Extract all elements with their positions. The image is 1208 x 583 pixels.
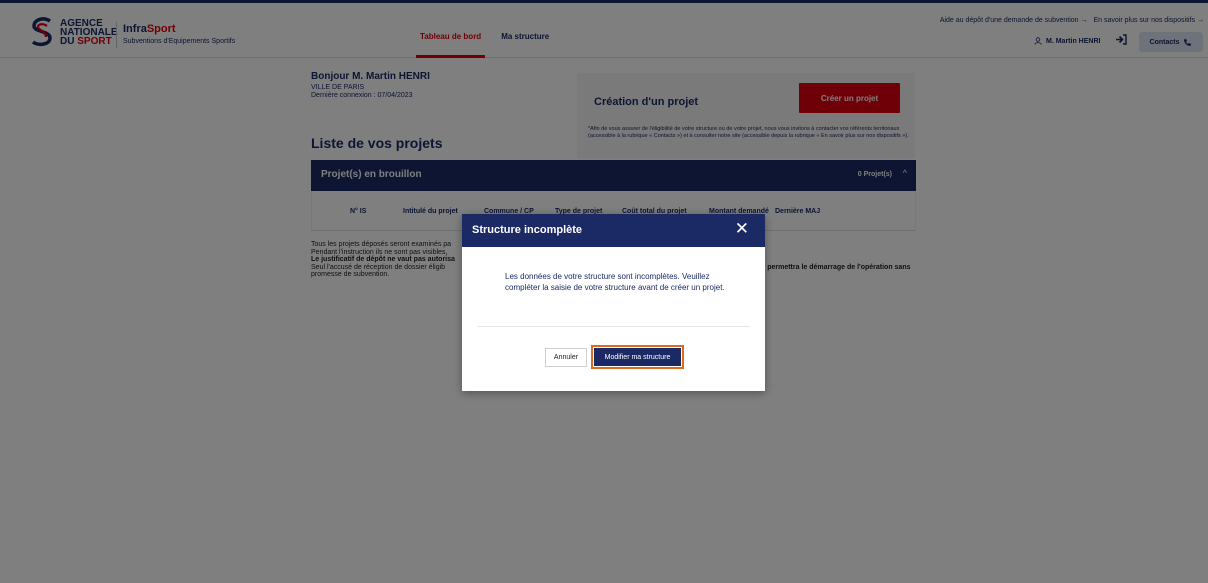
modal-divider [478, 326, 750, 327]
close-icon[interactable]: ✕ [735, 220, 749, 238]
incomplete-structure-modal: Structure incomplète ✕ Les données de vo… [462, 214, 765, 391]
modal-title: Structure incomplète [472, 224, 583, 236]
edit-structure-button-focus: Modifier ma structure [591, 345, 684, 369]
modal-header: Structure incomplète ✕ [462, 214, 765, 247]
modal-message: Les données de votre structure sont inco… [505, 272, 725, 292]
edit-structure-button[interactable]: Modifier ma structure [594, 348, 681, 366]
cancel-button[interactable]: Annuler [545, 348, 587, 367]
